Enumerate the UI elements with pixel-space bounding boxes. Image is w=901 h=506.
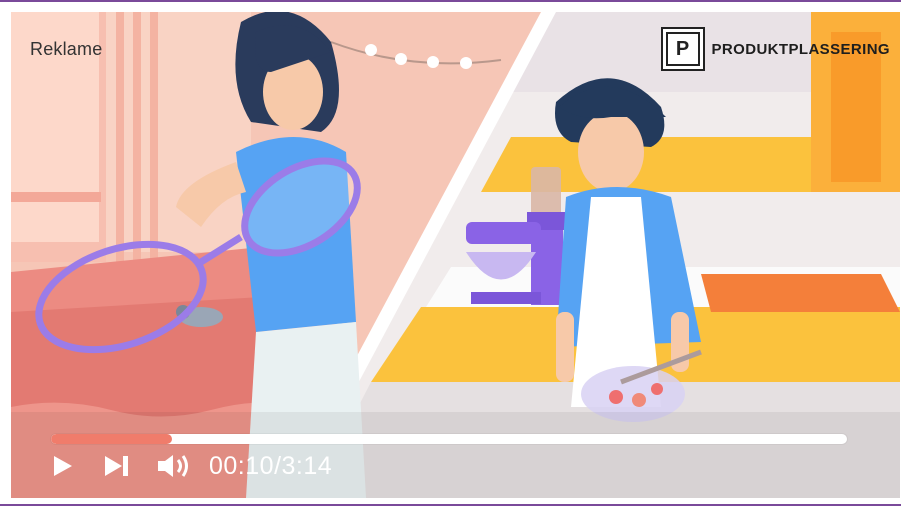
progress-fill (51, 434, 172, 444)
time-separator: / (274, 451, 282, 480)
video-player[interactable]: Reklame P PRODUKTPLASSERING 00:10/3:14 (11, 12, 900, 498)
video-frame: Reklame P PRODUKTPLASSERING 00:10/3:14 (0, 0, 901, 506)
product-placement-text: PRODUKTPLASSERING (711, 40, 890, 58)
top-border (0, 0, 901, 2)
player-controls: 00:10/3:14 (49, 448, 332, 484)
next-button[interactable] (99, 449, 135, 483)
progress-bar[interactable] (51, 434, 847, 444)
current-time: 00:10 (209, 451, 275, 480)
product-placement-badge: P PRODUKTPLASSERING (660, 27, 890, 71)
product-placement-letter: P (665, 32, 700, 66)
skip-next-icon (105, 456, 128, 476)
play-icon (54, 456, 72, 476)
ad-label: Reklame (30, 39, 103, 59)
volume-button[interactable] (155, 449, 195, 483)
volume-icon (158, 455, 188, 477)
video-illustration (11, 12, 900, 498)
duration: 3:14 (281, 451, 333, 480)
play-button[interactable] (49, 449, 77, 483)
product-placement-icon: P (660, 27, 705, 71)
time-display: 00:10/3:14 (209, 452, 332, 481)
